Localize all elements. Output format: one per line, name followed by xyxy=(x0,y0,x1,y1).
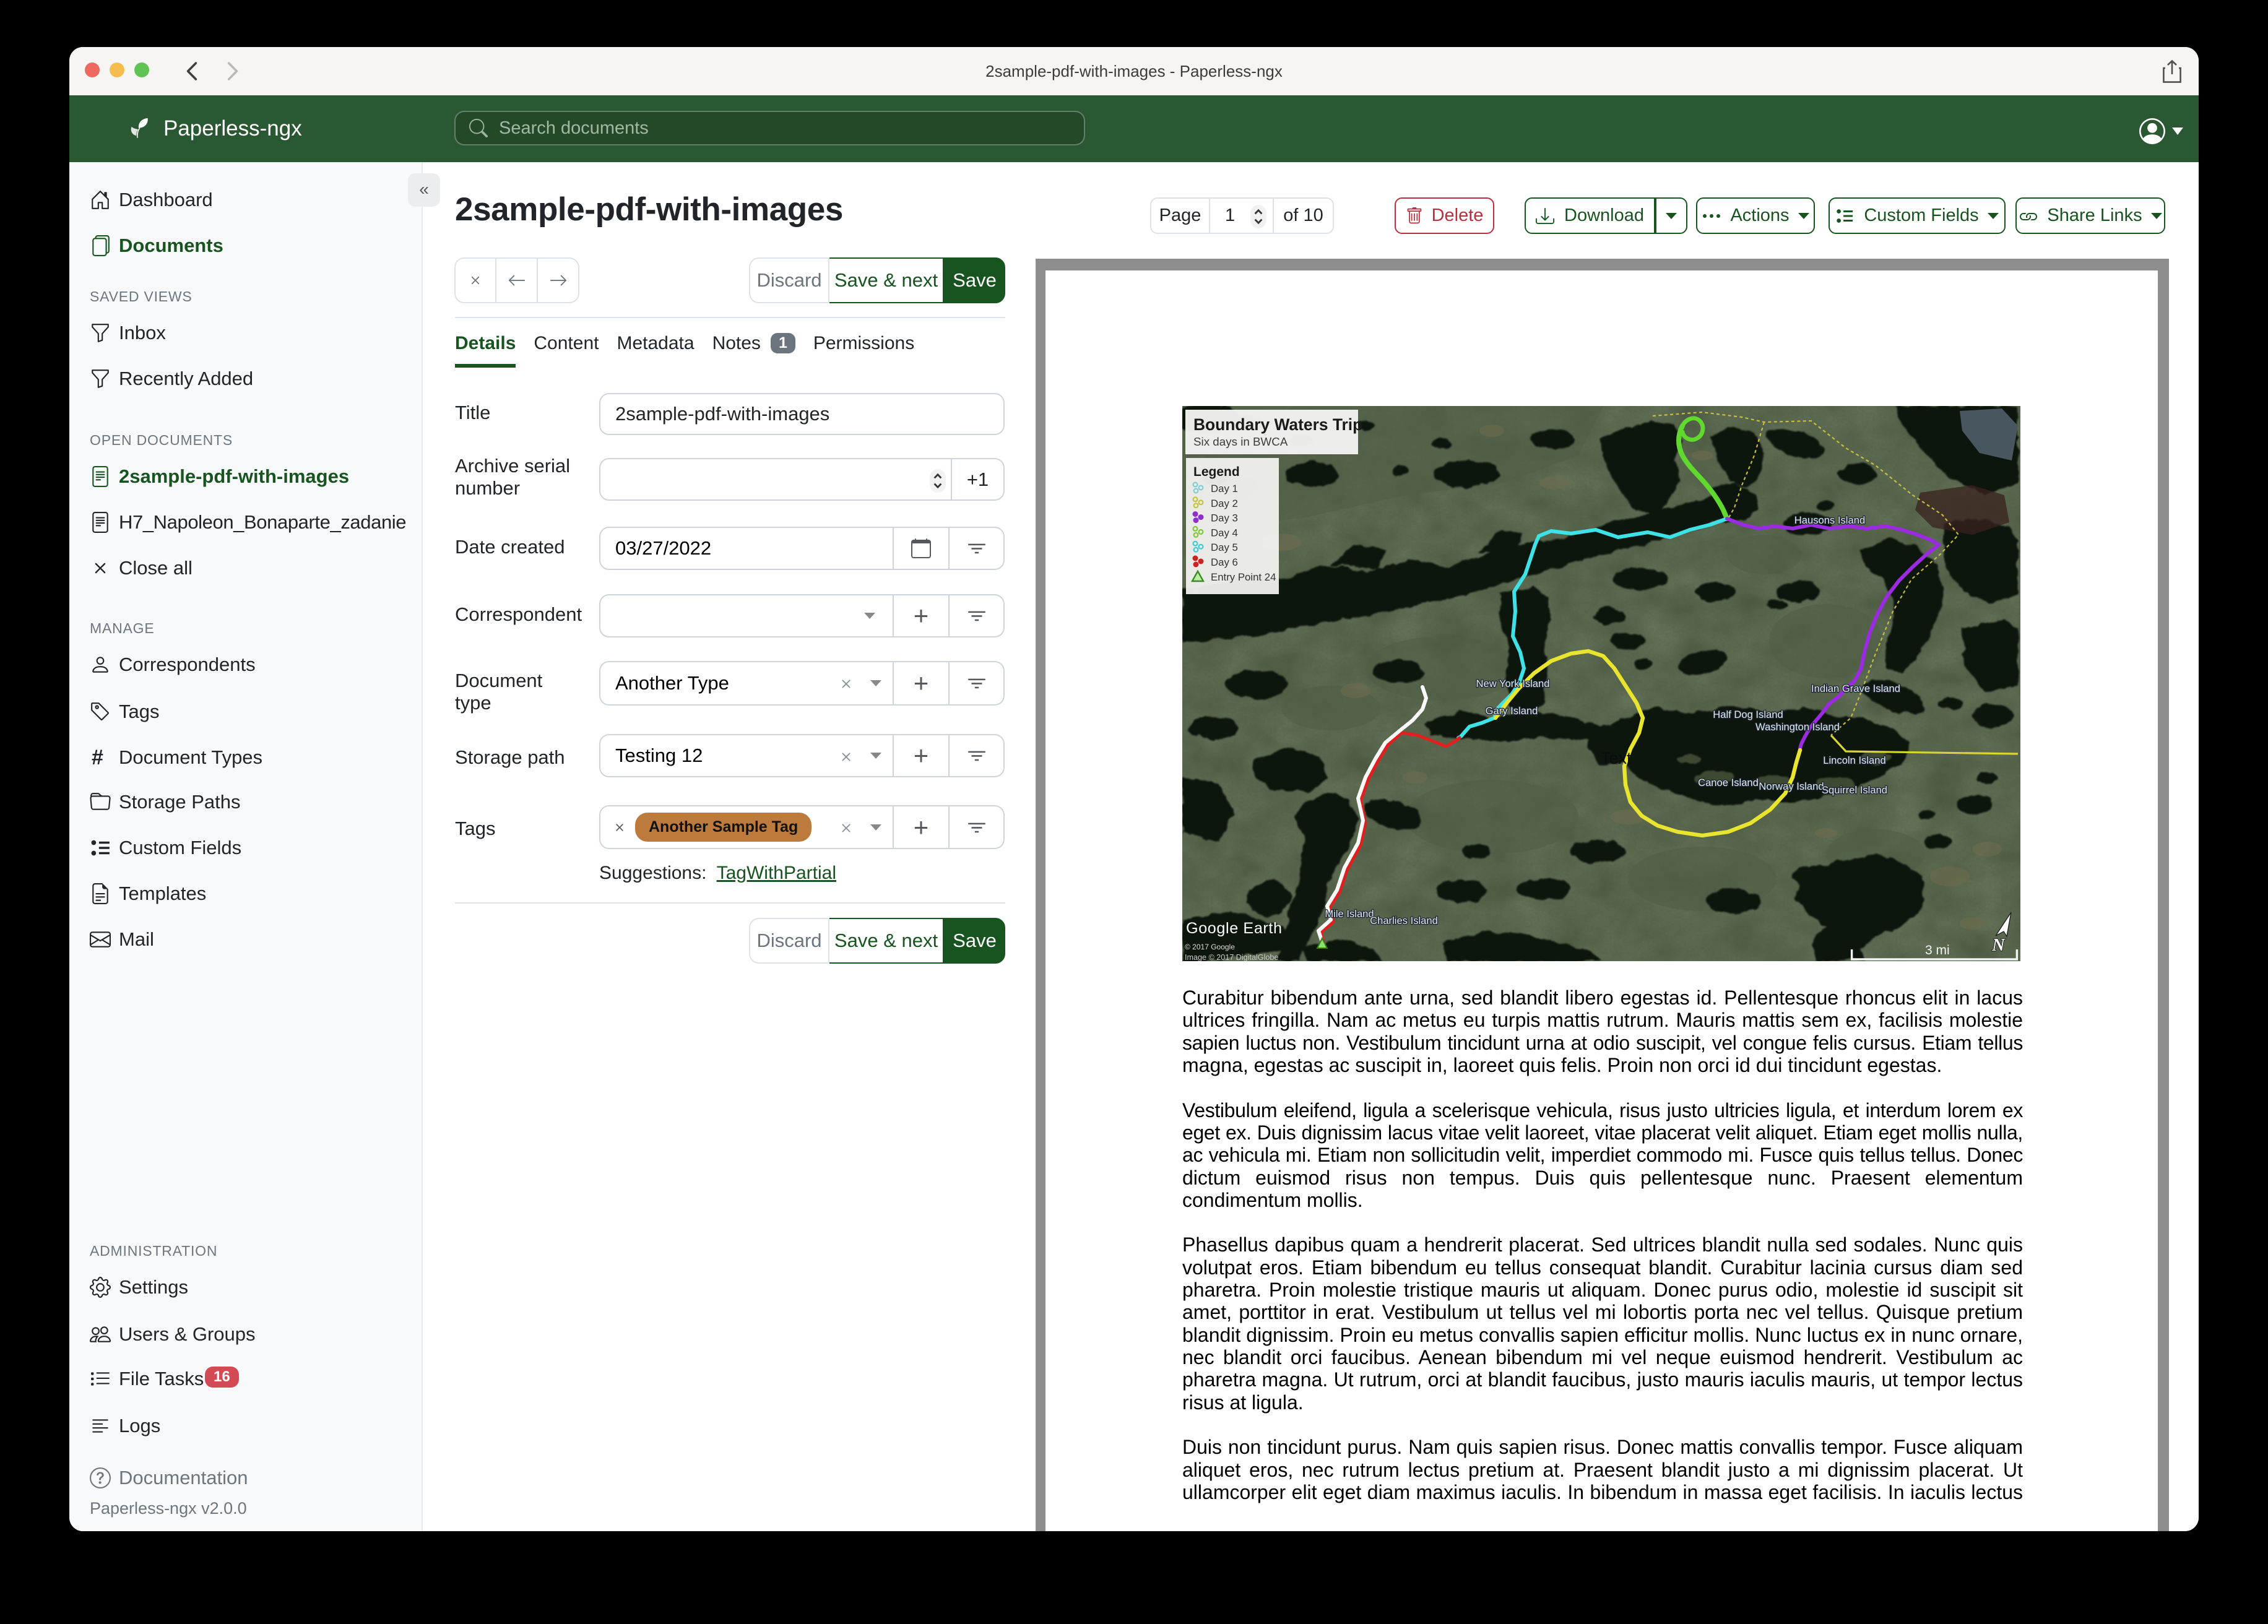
svg-text:Charlies Island: Charlies Island xyxy=(1370,915,1438,926)
svg-text:Mile Island: Mile Island xyxy=(1325,908,1374,920)
svg-text:Gary Island: Gary Island xyxy=(1486,705,1538,717)
svg-text:Lincoln Island: Lincoln Island xyxy=(1823,754,1885,766)
svg-text:Norway Island: Norway Island xyxy=(1759,780,1824,792)
svg-text:Day 1: Day 1 xyxy=(1211,483,1238,495)
svg-text:Day 3: Day 3 xyxy=(1211,512,1238,524)
svg-text:3 mi: 3 mi xyxy=(1925,943,1950,957)
svg-text:Image © 2017 DigitalGlobe: Image © 2017 DigitalGlobe xyxy=(1185,953,1278,961)
svg-text:Google Earth: Google Earth xyxy=(1186,920,1283,937)
svg-text:Indian Grave Island: Indian Grave Island xyxy=(1811,683,1900,694)
svg-text:© 2017 Google: © 2017 Google xyxy=(1185,943,1235,951)
svg-text:Squirrel Island: Squirrel Island xyxy=(1822,784,1887,796)
svg-text:Day 4: Day 4 xyxy=(1211,527,1238,538)
svg-text:Hausons Island: Hausons Island xyxy=(1794,514,1865,526)
svg-text:Day 2: Day 2 xyxy=(1211,498,1238,509)
svg-text:Text: Text xyxy=(1601,749,1632,767)
svg-text:New York Island: New York Island xyxy=(1476,678,1550,689)
svg-text:Canoe Island: Canoe Island xyxy=(1698,777,1759,788)
svg-text:Washington Island: Washington Island xyxy=(1755,721,1840,733)
svg-text:N: N xyxy=(1991,935,2006,955)
svg-text:Day 5: Day 5 xyxy=(1211,542,1238,553)
svg-text:Six days in BWCA: Six days in BWCA xyxy=(1193,435,1288,448)
svg-text:Day 6: Day 6 xyxy=(1211,556,1238,568)
svg-text:Entry Point 24: Entry Point 24 xyxy=(1211,571,1276,583)
svg-text:Half Dog Island: Half Dog Island xyxy=(1713,709,1783,720)
svg-text:Legend: Legend xyxy=(1193,465,1240,479)
svg-text:Boundary Waters Trip: Boundary Waters Trip xyxy=(1193,415,1362,434)
